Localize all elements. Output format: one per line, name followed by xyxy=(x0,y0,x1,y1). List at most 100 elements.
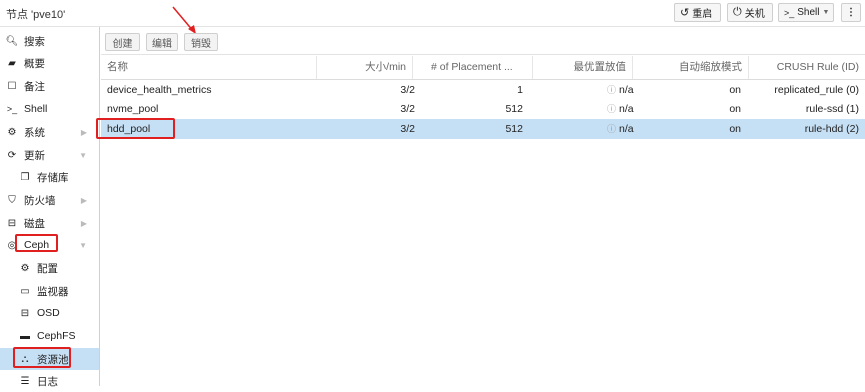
sidebar-item-ceph-cephfs[interactable]: ▬ CephFS xyxy=(0,325,99,347)
column-header-pgs[interactable]: # of Placement ... xyxy=(413,56,533,79)
column-header-optimal[interactable]: 最优置放值 xyxy=(533,56,633,79)
ceph-icon: ◎ xyxy=(7,239,17,251)
pool-autoscale: on xyxy=(729,123,741,135)
sidebar-item-label: 备注 xyxy=(24,80,45,93)
refresh-icon: ⟳ xyxy=(7,149,17,161)
table-row[interactable]: nvme_pool 3/2 512 ⓘ n/a on rule-ssd (1) xyxy=(101,99,865,119)
sidebar-item-label: OSD xyxy=(37,307,60,319)
edit-button[interactable]: 编辑 xyxy=(146,33,178,51)
sidebar-item-label: 资源池 xyxy=(37,353,69,366)
shutdown-label: 关机 xyxy=(744,9,765,20)
chevron-right-icon: ▶ xyxy=(80,127,87,137)
pool-optimal-value: n/a xyxy=(619,84,634,96)
sidebar-item-label: 配置 xyxy=(37,262,58,275)
sidebar-item-label: 更新 xyxy=(24,149,45,162)
sidebar-item-label: 防火墙 xyxy=(24,194,56,207)
pool-size: 3/2 xyxy=(400,103,415,115)
pool-autoscale: on xyxy=(729,103,741,115)
pool-size: 3/2 xyxy=(400,84,415,96)
column-header-size[interactable]: 大小/min xyxy=(317,56,413,79)
power-icon: ⏻ xyxy=(733,6,742,18)
sidebar-item-label: 系统 xyxy=(24,126,45,139)
list-icon: ☰ xyxy=(20,375,30,387)
gear-icon: ⚙ xyxy=(20,262,30,274)
monitor-icon: ▭ xyxy=(20,285,30,297)
sidebar-item-label: 存储库 xyxy=(37,171,69,184)
pool-crush-rule: rule-ssd (1) xyxy=(805,103,859,115)
sidebar-item-updates[interactable]: ⟳ 更新 ▼ xyxy=(0,144,99,166)
pool-autoscale: on xyxy=(729,84,741,96)
copy-icon: ❐ xyxy=(20,171,30,183)
table-header: 名称 大小/min # of Placement ... 最优置放值 自动缩放模… xyxy=(101,56,865,80)
sitemap-icon: ⛬ xyxy=(21,353,29,365)
column-header-name[interactable]: 名称 xyxy=(101,56,317,79)
destroy-label: 销毁 xyxy=(191,38,211,50)
info-icon: ⓘ xyxy=(607,104,617,114)
sidebar-item-shell[interactable]: >_ Shell xyxy=(0,98,99,120)
sidebar-item-label: 监视器 xyxy=(37,285,69,298)
shell-label: Shell xyxy=(797,7,820,18)
sidebar-item-label: Shell xyxy=(24,103,48,115)
pool-pgs: 1 xyxy=(517,84,523,96)
note-icon: ☐ xyxy=(7,80,17,92)
info-icon: ⓘ xyxy=(607,85,617,95)
sidebar-item-summary[interactable]: ▰ 概要 xyxy=(0,52,99,74)
table-row[interactable]: hdd_pool 3/2 512 ⓘ n/a on rule-hdd (2) xyxy=(101,119,865,139)
pool-pgs: 512 xyxy=(505,103,523,115)
pool-name: nvme_pool xyxy=(107,103,159,115)
sidebar-item-ceph-monitor[interactable]: ▭ 监视器 xyxy=(0,280,99,302)
more-vertical-icon: ⋮ xyxy=(846,7,856,18)
shield-icon: ⛉ xyxy=(8,194,16,206)
sidebar-item-search[interactable]: 🔍︎ 搜索 xyxy=(0,30,99,52)
pool-name: hdd_pool xyxy=(107,123,151,135)
sidebar-item-ceph-pools[interactable]: ⛬ 资源池 xyxy=(0,348,99,370)
sidebar-item-ceph-osd[interactable]: ⊟ OSD xyxy=(0,302,99,324)
pool-optimal-value: n/a xyxy=(619,123,634,135)
sidebar-item-ceph[interactable]: ◎ Ceph ▼ xyxy=(0,234,99,256)
book-icon: ▰ xyxy=(8,57,16,69)
sidebar-item-label: CephFS xyxy=(37,330,76,342)
folder-icon: ▬ xyxy=(20,330,30,342)
sidebar-item-ceph-config[interactable]: ⚙ 配置 xyxy=(0,257,99,279)
sidebar-item-notes[interactable]: ☐ 备注 xyxy=(0,75,99,97)
table-row[interactable]: device_health_metrics 3/2 1 ⓘ n/a on repl… xyxy=(101,80,865,100)
edit-label: 编辑 xyxy=(152,38,172,50)
sidebar-item-system[interactable]: ⚙ 系统 ▶ xyxy=(0,121,99,143)
node-header: 节点 'pve10' ↺ 重启 ⏻ 关机 >_ Shell ▼ ⋮ xyxy=(0,0,865,27)
gears-icon: ⚙ xyxy=(7,126,17,138)
pool-size: 3/2 xyxy=(400,123,415,135)
create-label: 创建 xyxy=(112,38,133,50)
sidebar-item-label: 磁盘 xyxy=(24,217,45,230)
sidebar-item-repositories[interactable]: ❐ 存储库 xyxy=(0,166,99,188)
sidebar-item-firewall[interactable]: ⛉ 防火墙 ▶ xyxy=(0,189,99,211)
terminal-icon: >_ xyxy=(784,7,795,18)
pool-crush-rule: rule-hdd (2) xyxy=(804,123,859,135)
sidebar-item-disks[interactable]: ⊟ 磁盘 ▶ xyxy=(0,212,99,234)
node-title: 节点 'pve10' xyxy=(6,9,66,21)
chevron-down-icon: ▼ xyxy=(79,240,87,250)
chevron-down-icon: ▼ xyxy=(822,9,830,16)
destroy-button[interactable]: 销毁 xyxy=(184,33,218,51)
chevron-right-icon: ▶ xyxy=(80,195,87,205)
sidebar-item-label: Ceph xyxy=(24,239,50,251)
chevron-down-icon: ▼ xyxy=(79,150,87,160)
shutdown-button[interactable]: ⏻ 关机 xyxy=(727,3,773,22)
hdd-icon: ⊟ xyxy=(20,307,30,319)
shell-button[interactable]: >_ Shell ▼ xyxy=(778,3,834,22)
sidebar-item-label: 搜索 xyxy=(24,35,45,48)
sidebar-item-label: 日志 xyxy=(37,375,58,388)
pool-pgs: 512 xyxy=(505,123,523,135)
search-icon: 🔍︎ xyxy=(5,35,19,47)
pool-crush-rule: replicated_rule (0) xyxy=(774,84,859,96)
column-header-crush-rule[interactable]: CRUSH Rule (ID) xyxy=(749,56,865,79)
info-icon: ⓘ xyxy=(607,124,617,134)
column-header-autoscale[interactable]: 自动缩放模式 xyxy=(633,56,749,79)
sidebar-item-ceph-log[interactable]: ☰ 日志 xyxy=(0,370,99,392)
create-button[interactable]: 创建 xyxy=(105,33,140,51)
hdd-icon: ⊟ xyxy=(7,217,17,229)
pool-toolbar: 创建 编辑 销毁 xyxy=(101,28,865,55)
undo-icon: ↺ xyxy=(680,7,690,19)
reboot-button[interactable]: ↺ 重启 xyxy=(674,3,721,22)
chevron-right-icon: ▶ xyxy=(80,218,87,228)
more-menu-button[interactable]: ⋮ xyxy=(841,3,861,22)
